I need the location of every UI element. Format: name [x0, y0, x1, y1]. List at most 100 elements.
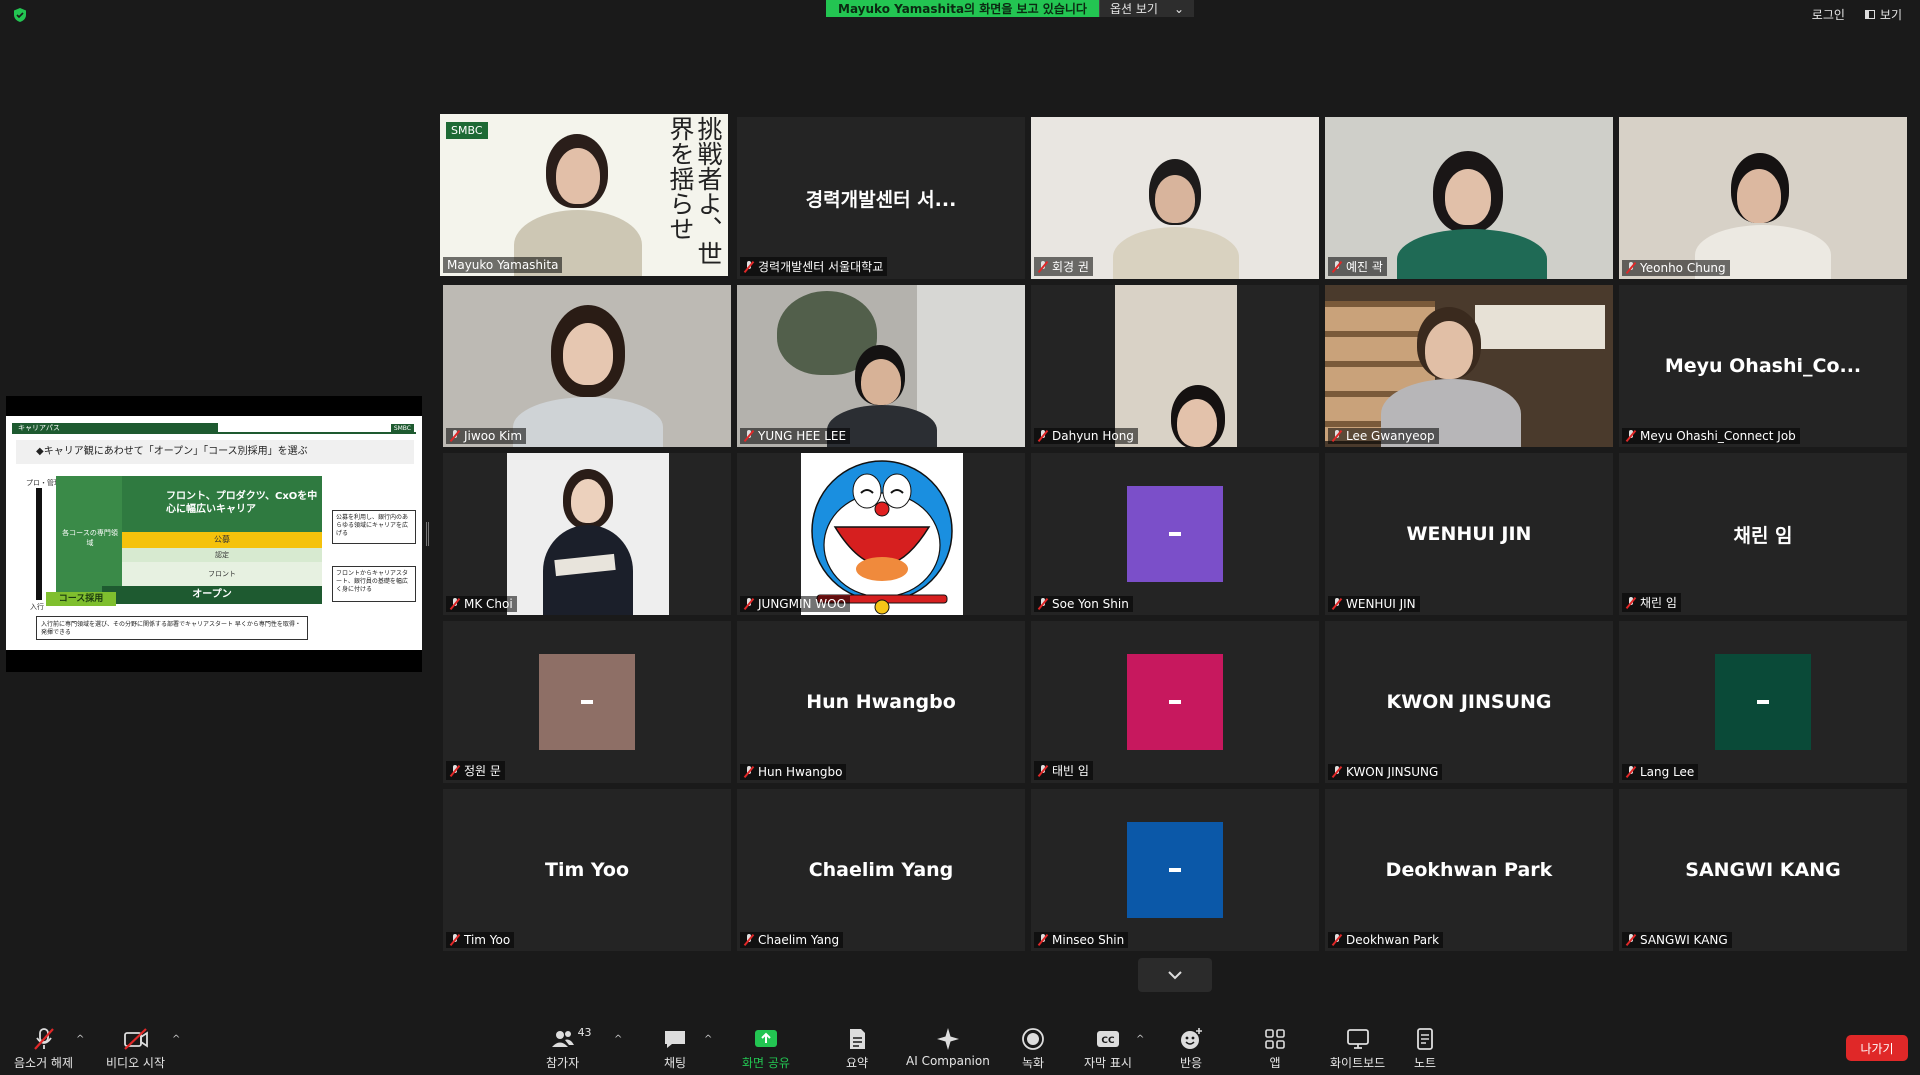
- gallery-next-page-button[interactable]: [1138, 958, 1212, 992]
- tile-caption: Deokhwan Park: [1328, 932, 1444, 948]
- chat-caret-icon[interactable]: ^: [704, 1034, 712, 1045]
- tile-caption: Meyu Ohashi_Connect Job: [1622, 428, 1800, 444]
- tile-caption: MK Choi: [446, 596, 517, 612]
- ai-companion-button[interactable]: AI Companion: [906, 1026, 990, 1068]
- avatar-color-block: [539, 654, 635, 750]
- ai-companion-label: AI Companion: [906, 1054, 990, 1068]
- login-button[interactable]: 로그인: [1812, 6, 1845, 23]
- video-tile[interactable]: Deokhwan Park Deokhwan Park: [1325, 789, 1613, 951]
- video-tile[interactable]: 경력개발센터 서... 경력개발센터 서울대학교: [737, 117, 1025, 279]
- muted-mic-icon: [1038, 598, 1048, 610]
- tile-caption: Minseo Shin: [1034, 932, 1129, 948]
- participant-name: Hun Hwangbo: [758, 765, 843, 779]
- speaker-background-text: 挑戦者よ、世界を揺らせ: [666, 116, 723, 266]
- share-screen-button[interactable]: 화면 공유: [742, 1026, 790, 1071]
- muted-mic-icon: [1038, 764, 1048, 777]
- video-tile[interactable]: WENHUI JIN WENHUI JIN: [1325, 453, 1613, 615]
- muted-mic-icon: [1038, 934, 1048, 946]
- chat-bubble-icon: [662, 1026, 688, 1052]
- whiteboard-icon: [1345, 1026, 1371, 1052]
- video-tile[interactable]: Dahyun Hong: [1031, 285, 1319, 447]
- top-right-controls: 로그인 보기: [1812, 6, 1902, 23]
- tile-caption: KWON JINSUNG: [1328, 764, 1443, 780]
- tile-caption: Soe Yon Shin: [1034, 596, 1133, 612]
- avatar-color-block: [1127, 654, 1223, 750]
- leave-meeting-button[interactable]: 나가기: [1846, 1035, 1908, 1061]
- video-tile[interactable]: JUNGMIN WOO: [737, 453, 1025, 615]
- video-options-caret-icon[interactable]: ^: [172, 1034, 180, 1045]
- slide-axis-bottom: 入行: [30, 603, 44, 611]
- tile-caption: Lee Gwanyeop: [1328, 428, 1439, 444]
- start-video-label: 비디오 시작: [106, 1056, 166, 1070]
- tile-caption: 채린 임: [1622, 593, 1681, 612]
- chevron-down-icon: [1168, 971, 1182, 980]
- participant-display-name: 경력개발센터 서...: [805, 188, 957, 211]
- video-tile[interactable]: KWON JINSUNG KWON JINSUNG: [1325, 621, 1613, 783]
- whiteboard-button[interactable]: 화이트보드: [1330, 1026, 1385, 1071]
- muted-mic-icon: [1038, 260, 1048, 273]
- share-screen-icon: [753, 1026, 779, 1052]
- video-tile[interactable]: Tim Yoo Tim Yoo: [443, 789, 731, 951]
- participant-face: [571, 479, 605, 523]
- video-tile[interactable]: Minseo Shin: [1031, 789, 1319, 951]
- start-video-button[interactable]: 비디오 시작: [106, 1026, 165, 1071]
- video-tile-active-speaker[interactable]: SMBC 挑戦者よ、世界を揺らせ Mayuko Yamashita: [440, 114, 728, 276]
- video-tile[interactable]: Yeonho Chung: [1619, 117, 1907, 279]
- video-tile[interactable]: 예진 곽: [1325, 117, 1613, 279]
- participants-count: 43: [577, 1026, 592, 1039]
- video-tile[interactable]: Lee Gwanyeop: [1325, 285, 1613, 447]
- chat-button[interactable]: 채팅: [662, 1026, 688, 1071]
- svg-text:CC: CC: [1101, 1036, 1115, 1046]
- unmute-label: 음소거 해제: [14, 1056, 74, 1070]
- muted-mic-icon: [1332, 766, 1342, 778]
- muted-mic-icon: [450, 598, 460, 610]
- captions-button[interactable]: CC 자막 표시: [1084, 1026, 1132, 1071]
- muted-mic-icon: [1332, 430, 1342, 442]
- participant-face: [861, 359, 901, 405]
- participant-body: [1113, 227, 1239, 279]
- video-tile[interactable]: Hun Hwangbo Hun Hwangbo: [737, 621, 1025, 783]
- view-button[interactable]: 보기: [1864, 6, 1902, 23]
- video-tile[interactable]: Chaelim Yang Chaelim Yang: [737, 789, 1025, 951]
- reactions-label: 반응: [1179, 1056, 1203, 1070]
- muted-mic-icon: [1626, 430, 1636, 442]
- apps-button[interactable]: 앱: [1262, 1026, 1288, 1071]
- video-tile[interactable]: SANGWI KANG SANGWI KANG: [1619, 789, 1907, 951]
- audio-options-caret-icon[interactable]: ^: [76, 1034, 84, 1045]
- tile-caption: JUNGMIN WOO: [740, 596, 851, 612]
- participants-caret-icon[interactable]: ^: [614, 1034, 622, 1045]
- speaker-smbc-logo: SMBC: [446, 122, 488, 139]
- reactions-button[interactable]: 반응: [1178, 1026, 1204, 1071]
- slide-band-front: フロント: [122, 562, 322, 586]
- muted-mic-icon: [1626, 262, 1636, 274]
- summary-button[interactable]: 요약: [844, 1026, 870, 1071]
- tile-caption: Dahyun Hong: [1034, 428, 1138, 444]
- avatar-color-block: [1127, 822, 1223, 918]
- video-tile[interactable]: Meyu Ohashi_Co... Meyu Ohashi_Connect Jo…: [1619, 285, 1907, 447]
- participants-button[interactable]: 43 참가자: [546, 1026, 592, 1071]
- notes-button[interactable]: 노트: [1412, 1026, 1438, 1071]
- security-shield-icon[interactable]: [12, 7, 28, 23]
- record-icon: [1020, 1026, 1046, 1052]
- video-tile[interactable]: 회경 권: [1031, 117, 1319, 279]
- video-tile[interactable]: MK Choi: [443, 453, 731, 615]
- unmute-button[interactable]: 음소거 해제: [14, 1026, 73, 1071]
- shared-screen-panel[interactable]: キャリアパス SMBC ◆キャリア観にあわせて「オープン」「コース別採用」を選ぶ…: [6, 396, 422, 672]
- view-options-label: 옵션 보기: [1109, 2, 1158, 16]
- reaction-smiley-icon: [1178, 1026, 1204, 1052]
- video-tile[interactable]: 태빈 임: [1031, 621, 1319, 783]
- panel-resize-handle[interactable]: [426, 522, 429, 546]
- apps-label: 앱: [1269, 1056, 1281, 1070]
- captions-caret-icon[interactable]: ^: [1136, 1034, 1144, 1045]
- avatar-dash: [1169, 700, 1181, 704]
- video-tile[interactable]: Lang Lee: [1619, 621, 1907, 783]
- view-options-button[interactable]: 옵션 보기 ⌄: [1098, 0, 1195, 17]
- video-tile[interactable]: 채린 임 채린 임: [1619, 453, 1907, 615]
- video-tile[interactable]: 정원 문: [443, 621, 731, 783]
- video-tile[interactable]: Jiwoo Kim: [443, 285, 731, 447]
- record-button[interactable]: 녹화: [1020, 1026, 1046, 1071]
- video-tile[interactable]: Soe Yon Shin: [1031, 453, 1319, 615]
- participant-name: Lang Lee: [1640, 765, 1695, 779]
- video-tile[interactable]: YUNG HEE LEE: [737, 285, 1025, 447]
- participant-name: 채린 임: [1640, 596, 1677, 610]
